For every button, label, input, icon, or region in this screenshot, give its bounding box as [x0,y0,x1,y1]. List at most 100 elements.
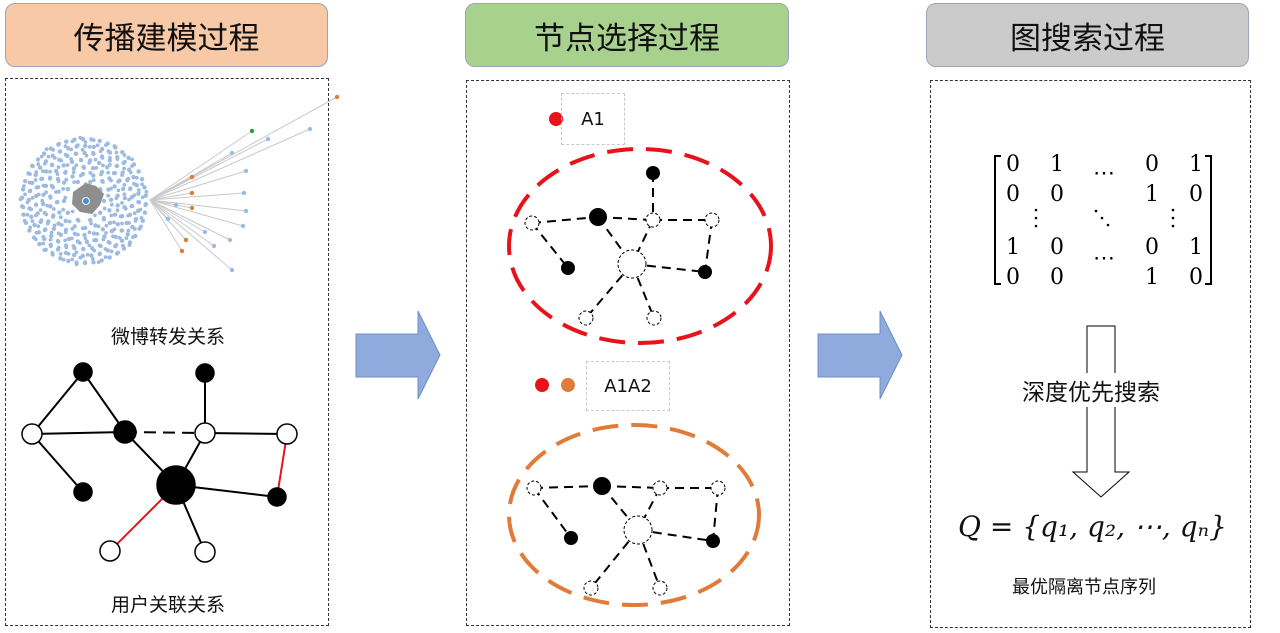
retweet-node [80,226,85,231]
matrix-cell: 0 [1006,152,1020,177]
retweet-node [23,192,27,197]
retweet-node [115,164,119,168]
retweet-node [45,221,50,226]
retweet-node [78,255,83,260]
retweet-node [183,237,189,243]
retweet-node [121,186,126,192]
retweet-node [78,157,83,162]
retweet-node [117,236,122,240]
legend-orange-dot [561,378,575,392]
retweet-node [34,230,39,235]
retweet-node [74,250,79,255]
weibo-source-node [82,197,90,205]
selection-ellipse-orange [507,423,761,607]
matrix-cell: 0 [1145,152,1159,177]
retweet-node [132,181,136,186]
retweet-node [109,178,113,183]
retweet-node [45,203,50,208]
retweet-node [107,241,112,245]
retweet-node [42,248,47,252]
retweet-node [21,212,26,217]
retweet-node [39,154,44,159]
retweet-node [23,179,28,184]
retweet-node [243,168,249,174]
retweet-node [71,244,76,248]
retweet-node [57,149,62,154]
selection-graph-a1a2 [526,477,726,596]
legend-a1a2-text: A1A2 [604,375,652,397]
retweet-node [88,217,93,223]
retweet-node [41,235,46,239]
retweet-node [81,247,86,252]
retweet-node [136,169,141,174]
retweet-edge [149,128,311,201]
retweet-node [249,128,255,134]
retweet-node [34,185,39,190]
retweet-node [124,236,129,241]
retweet-node [48,169,52,174]
retweet-node [116,188,121,193]
retweet-node [28,225,33,230]
retweet-node [48,196,53,200]
retweet-node [104,223,109,228]
retweet-node [128,187,132,192]
retweet-node [102,206,107,211]
retweet-node [71,170,76,175]
retweet-node [64,139,69,144]
retweet-node [63,144,68,149]
retweet-node [128,170,133,175]
retweet-node [63,238,67,243]
retweet-node [70,227,75,231]
retweet-node [69,147,74,152]
retweet-node [101,163,105,168]
retweet-node [108,155,112,160]
retweet-node [122,195,128,201]
user-relation-graph [21,362,298,563]
retweet-node [61,207,66,212]
retweet-node [30,219,35,224]
retweet-node [93,213,97,218]
retweet-node [88,179,93,185]
retweet-node [229,267,235,273]
dfs-label: 深度优先搜索 [1022,373,1160,407]
retweet-node [106,193,110,198]
retweet-node [130,157,135,162]
matrix-cell: 1 [1006,235,1020,260]
retweet-node [97,252,102,257]
retweet-node [59,223,64,227]
user-node [21,423,43,445]
retweet-node [91,260,96,265]
retweet-node [143,203,148,208]
retweet-node [116,179,120,184]
user-hub-node [156,465,196,505]
retweet-node [92,238,96,243]
retweet-node [56,179,61,184]
retweet-node [40,176,45,181]
retweet-node [18,197,23,202]
retweet-node [96,224,101,229]
retweet-node [63,230,68,235]
retweet-node [28,172,32,177]
retweet-node [91,144,97,150]
retweet-node [74,262,79,267]
dfs-down-arrow [1071,325,1131,498]
retweet-node [127,243,132,248]
retweet-node [33,178,38,182]
retweet-node [90,256,95,261]
retweet-node [229,150,235,156]
retweet-node [127,221,131,225]
retweet-node [70,139,75,144]
retweet-node [69,157,74,161]
retweet-node [115,208,120,213]
retweet-node [119,228,124,233]
retweet-node [136,191,141,196]
matrix-cell: 0 [1006,182,1020,207]
retweet-node [125,232,130,237]
retweet-node [138,207,143,212]
retweet-node [72,180,77,185]
retweet-node [22,218,27,223]
retweet-node [61,187,65,191]
retweet-node [74,163,79,168]
retweet-node [307,126,313,132]
retweet-node [70,209,75,214]
